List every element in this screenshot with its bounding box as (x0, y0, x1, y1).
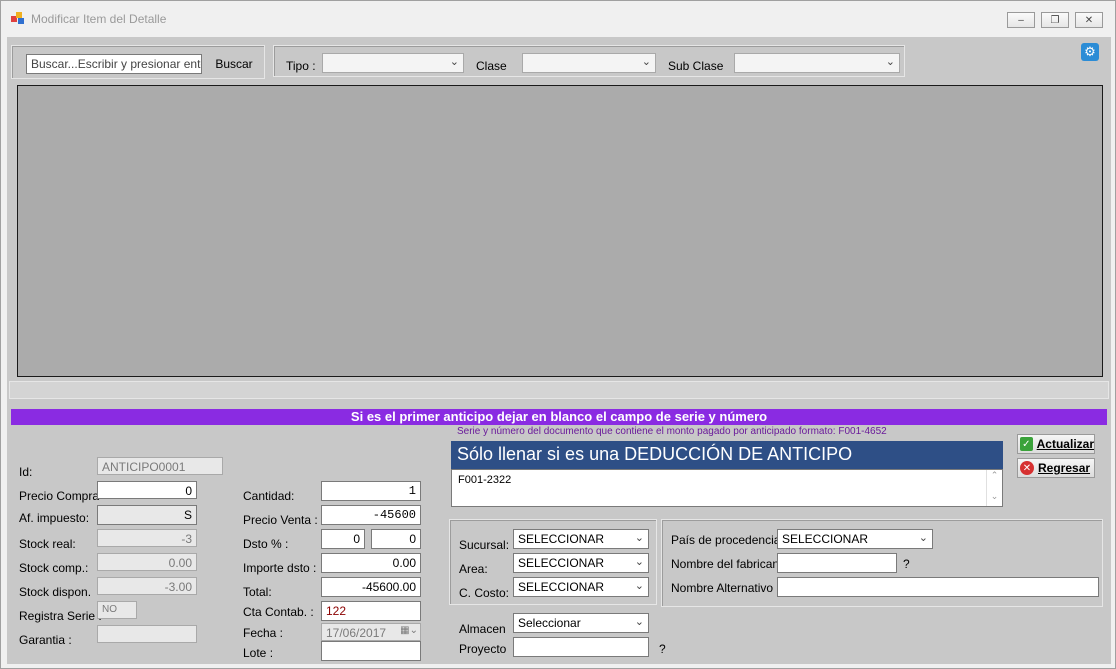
subclase-label: Sub Clase (668, 59, 724, 73)
fecha-picker[interactable]: 17/06/2017 ▦⌄ (321, 623, 421, 641)
filter-group: Tipo : ⌄ Clase ⌄ Sub Clase ⌄ (273, 45, 905, 77)
dialog-window: Modificar Item del Detalle – ❐ ✕ Buscar.… (0, 0, 1116, 669)
deduction-textarea[interactable]: F001-2322 ⌃ ⌄ (451, 469, 1003, 507)
search-button[interactable]: Buscar (210, 53, 258, 75)
title-bar: Modificar Item del Detalle – ❐ ✕ (1, 1, 1115, 37)
tipo-select[interactable]: ⌄ (322, 53, 464, 73)
chevron-down-icon: ⌄ (885, 56, 895, 68)
alternativo-label: Nombre Alternativo (671, 581, 774, 595)
registra-serie-label: Registra Serie : (19, 609, 102, 623)
cancel-icon: ✕ (1020, 461, 1034, 475)
precio-venta-label: Precio Venta : (243, 513, 318, 527)
search-group: Buscar...Escribir y presionar enter Busc… (11, 45, 265, 79)
anticipo-banner: Si es el primer anticipo dejar en blanco… (11, 409, 1107, 425)
restore-button[interactable]: ❐ (1041, 12, 1069, 28)
chevron-down-icon: ⌄ (449, 56, 459, 68)
garantia-label: Garantia : (19, 633, 72, 647)
clase-label: Clase (476, 59, 507, 73)
chevron-down-icon: ⌄ (634, 532, 644, 544)
stock-comp-field: 0.00 (97, 553, 197, 571)
restore-icon: ❐ (1050, 14, 1060, 26)
garantia-field (97, 625, 197, 643)
importe-dsto-field[interactable]: 0.00 (321, 553, 421, 573)
dsto-field-2[interactable]: 0 (371, 529, 421, 549)
precio-compra-field[interactable]: 0 (97, 481, 197, 499)
grid-status-strip (9, 381, 1109, 399)
deduction-value: F001-2322 (458, 474, 512, 486)
id-label: Id: (19, 465, 33, 479)
pais-select[interactable]: SELECCIONAR ⌄ (777, 529, 933, 549)
cta-contab-field[interactable]: 122 (321, 601, 421, 621)
stock-comp-label: Stock comp.: (19, 561, 89, 575)
proyecto-help-icon[interactable]: ? (659, 642, 666, 656)
textarea-scrollbar[interactable]: ⌃ ⌄ (986, 470, 1002, 506)
importe-dsto-label: Importe dsto : (243, 561, 317, 575)
fabricante-label: Nombre del fabricante (671, 557, 790, 571)
af-impuesto-field[interactable]: S (97, 505, 197, 525)
form-client-area: Buscar...Escribir y presionar enter Busc… (7, 37, 1111, 664)
precio-venta-field[interactable]: -45600 (321, 505, 421, 525)
af-impuesto-label: Af. impuesto: (19, 511, 90, 525)
lote-field[interactable] (321, 641, 421, 661)
dsto-label: Dsto % : (243, 537, 289, 551)
stock-dispon-label: Stock dispon. (19, 585, 92, 599)
pais-label: País de procedencia (671, 533, 781, 547)
sucursal-label: Sucursal: (459, 538, 510, 552)
registra-serie-field: NO (97, 601, 137, 619)
subclase-select[interactable]: ⌄ (734, 53, 900, 73)
chevron-down-icon: ⌄ (641, 56, 651, 68)
fabricante-field[interactable] (777, 553, 897, 573)
minimize-icon: – (1018, 14, 1024, 26)
id-field: ANTICIPO0001 (97, 457, 223, 475)
search-input[interactable]: Buscar...Escribir y presionar enter (26, 54, 202, 74)
fabricante-help-icon[interactable]: ? (903, 557, 910, 571)
chevron-down-icon: ⌄ (634, 556, 644, 568)
clase-select[interactable]: ⌄ (522, 53, 656, 73)
chevron-down-icon: ⌄ (634, 580, 644, 592)
back-button[interactable]: ✕ Regresar (1017, 458, 1095, 478)
precio-compra-label: Precio Compra (19, 489, 100, 503)
proyecto-label: Proyecto (459, 642, 507, 656)
proyecto-field[interactable] (513, 637, 649, 657)
alternativo-field[interactable] (777, 577, 1099, 597)
check-icon: ✓ (1020, 437, 1033, 451)
deduction-header: Sólo llenar si es una DEDUCCIÓN DE ANTIC… (451, 441, 1003, 469)
fecha-label: Fecha : (243, 626, 284, 640)
cta-contab-label: Cta Contab. : (243, 605, 314, 619)
ccosto-label: C. Costo: (459, 586, 510, 600)
minimize-button[interactable]: – (1007, 12, 1035, 28)
close-button[interactable]: ✕ (1075, 12, 1103, 28)
settings-gear-icon[interactable]: ⚙ (1081, 43, 1099, 61)
total-label: Total: (243, 585, 272, 599)
lote-label: Lote : (243, 646, 274, 660)
stock-real-field: -3 (97, 529, 197, 547)
cantidad-label: Cantidad: (243, 489, 295, 503)
close-icon: ✕ (1084, 14, 1094, 26)
almacen-label: Almacen (459, 622, 506, 636)
total-field[interactable]: -45600.00 (321, 577, 421, 597)
update-button[interactable]: ✓ Actualizar (1017, 434, 1095, 454)
chevron-down-icon: ⌄ (634, 616, 644, 628)
window-title: Modificar Item del Detalle (31, 12, 167, 26)
stock-dispon-field: -3.00 (97, 577, 197, 595)
ccosto-select[interactable]: SELECCIONAR ⌄ (513, 577, 649, 597)
chevron-down-icon: ⌄ (918, 532, 928, 544)
almacen-select[interactable]: Seleccionar ⌄ (513, 613, 649, 633)
sucursal-select[interactable]: SELECCIONAR ⌄ (513, 529, 649, 549)
cantidad-field[interactable]: 1 (321, 481, 421, 501)
tipo-label: Tipo : (286, 59, 316, 73)
dsto-field-1[interactable]: 0 (321, 529, 365, 549)
area-label: Area: (459, 562, 488, 576)
deduction-caption: Serie y número del documento que contien… (457, 426, 887, 437)
area-select[interactable]: SELECCIONAR ⌄ (513, 553, 649, 573)
app-icon (11, 11, 25, 25)
items-grid[interactable] (17, 85, 1103, 377)
stock-real-label: Stock real: (19, 537, 76, 551)
calendar-icon: ▦⌄ (400, 625, 418, 636)
